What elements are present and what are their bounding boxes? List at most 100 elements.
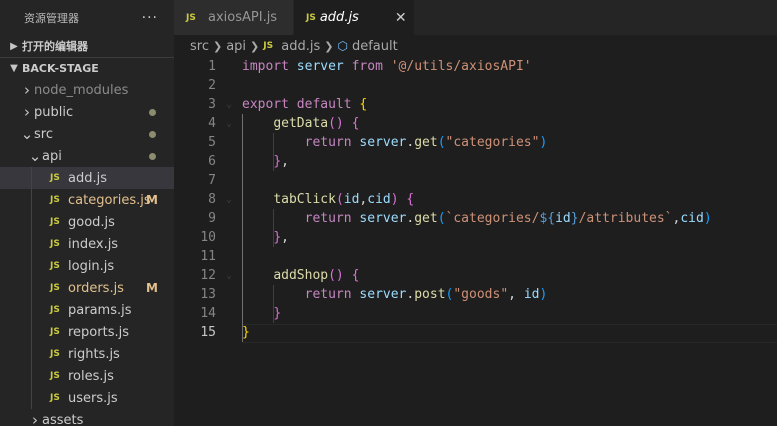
tree-folder[interactable]: › assets — [0, 409, 174, 426]
changes-dot — [149, 152, 156, 160]
tree-item-label: api — [42, 148, 62, 164]
code-token: } — [242, 325, 250, 340]
tree-item-label: public — [34, 104, 74, 120]
code-text: }, — [242, 230, 289, 245]
fold-chevron-icon[interactable]: ⌄ — [216, 118, 242, 129]
code-line[interactable]: 14 } — [174, 304, 777, 323]
explorer-sidebar: 资源管理器 ··· ▶ 打开的编辑器 ▼ BACK-STAGE › node_mo… — [0, 0, 174, 426]
line-number: 13 — [200, 287, 216, 302]
code-line[interactable]: 10 }, — [174, 228, 777, 247]
indent-guide — [273, 285, 274, 323]
open-editors-section[interactable]: ▶ 打开的编辑器 — [0, 35, 174, 57]
more-actions-icon[interactable]: ··· — [142, 10, 158, 26]
tree-file[interactable]: JS add.js — [0, 167, 174, 189]
breadcrumb-file[interactable]: add.js — [281, 39, 320, 54]
code-token: return — [304, 135, 352, 150]
chevron-right-icon: › — [24, 81, 30, 99]
tree-file[interactable]: JS index.js — [0, 233, 174, 255]
tree-folder[interactable]: ⌄ src — [0, 123, 174, 145]
tree-file[interactable]: JS login.js — [0, 255, 174, 277]
code-token: { — [406, 192, 415, 207]
code-token: ) — [539, 135, 548, 150]
code-token: () — [328, 116, 344, 131]
tree-file[interactable]: JS reports.js — [0, 321, 174, 343]
fold-chevron-icon[interactable]: ⌄ — [216, 270, 242, 281]
tree-item-label: roles.js — [68, 368, 114, 384]
code-line[interactable]: 6 }, — [174, 152, 777, 171]
code-token: () — [328, 268, 344, 283]
code-token: ( — [335, 192, 344, 207]
code-line[interactable]: 15} — [174, 323, 777, 342]
code-line[interactable]: 1 import server from '@/utils/axiosAPI' — [174, 57, 777, 76]
code-text: export default { — [242, 97, 367, 112]
tree-folder[interactable]: › public — [0, 101, 174, 123]
code-token: return — [304, 287, 352, 302]
code-text: addShop() { — [242, 268, 359, 283]
code-token: server — [359, 211, 407, 226]
code-token: import — [242, 59, 289, 74]
close-icon[interactable]: ✕ — [395, 10, 407, 26]
tab-add-js[interactable]: JS add.js ✕ — [294, 0, 415, 35]
tree-item-label: src — [34, 126, 53, 142]
code-token: return — [304, 211, 352, 226]
symbol-module-icon: ⬡ — [337, 39, 348, 53]
chevron-down-icon: ▼ — [10, 63, 18, 74]
code-token: ) — [390, 192, 399, 207]
code-token: tabClick — [273, 192, 336, 207]
tree-item-label: users.js — [68, 390, 118, 406]
code-line[interactable]: 13 return server.post("goods", id) — [174, 285, 777, 304]
tree-file[interactable]: JS users.js — [0, 387, 174, 409]
modified-badge: M — [146, 281, 158, 295]
chevron-right-icon: ▶ — [10, 40, 18, 52]
code-line[interactable]: 9 return server.get(`categories/${id}/at… — [174, 209, 777, 228]
code-token: , — [281, 154, 289, 169]
code-line[interactable]: 3 ⌄ export default { — [174, 95, 777, 114]
tree-file[interactable]: JS rights.js — [0, 343, 174, 365]
breadcrumb-src[interactable]: src — [190, 39, 209, 54]
tree-folder[interactable]: ⌄ api — [0, 145, 174, 167]
code-token: get — [414, 135, 438, 150]
breadcrumb-symbol[interactable]: default — [352, 39, 398, 54]
tree-item-label: categories.js — [68, 192, 151, 208]
code-text: return server.get("categories") — [242, 135, 548, 150]
line-number: 10 — [200, 230, 216, 245]
code-token: id — [555, 211, 571, 226]
code-line[interactable]: 11 — [174, 247, 777, 266]
code-line[interactable]: 7 — [174, 171, 777, 190]
code-line[interactable]: 4 ⌄ getData() { — [174, 114, 777, 133]
tree-folder[interactable]: › node_modules — [0, 79, 174, 101]
tree-file[interactable]: JS orders.js M — [0, 277, 174, 299]
project-section[interactable]: ▼ BACK-STAGE — [0, 57, 174, 79]
fold-chevron-icon[interactable]: ⌄ — [216, 99, 242, 110]
fold-chevron-icon[interactable]: ⌄ — [216, 194, 242, 205]
code-line[interactable]: 12 ⌄ addShop() { — [174, 266, 777, 285]
breadcrumb-api[interactable]: api — [226, 39, 246, 54]
code-editor[interactable]: 1 import server from '@/utils/axiosAPI' 2 3… — [174, 57, 777, 343]
code-token: ${ — [539, 211, 556, 226]
tab-label: add.js — [319, 10, 359, 25]
tree-file[interactable]: JS good.js — [0, 211, 174, 233]
code-token: from — [351, 59, 383, 74]
code-token: { — [351, 268, 360, 283]
tree-file[interactable]: JS params.js — [0, 299, 174, 321]
tab-axiosapi[interactable]: JS axiosAPI.js — [174, 0, 294, 35]
code-token: } — [273, 230, 282, 245]
code-token: cid — [367, 192, 391, 207]
tree-file[interactable]: JS roles.js — [0, 365, 174, 387]
code-token: id — [343, 192, 360, 207]
code-line[interactable]: 2 — [174, 76, 777, 95]
js-file-icon: JS — [50, 283, 60, 293]
code-line[interactable]: 5 return server.get("categories") — [174, 133, 777, 152]
tree-file[interactable]: JS categories.js M — [0, 189, 174, 211]
line-number: 5 — [208, 135, 216, 150]
explorer-title: 资源管理器 — [24, 11, 79, 25]
js-file-icon: JS — [50, 305, 60, 315]
code-line[interactable]: 8 ⌄ tabClick(id,cid) { — [174, 190, 777, 209]
js-file-icon: JS — [50, 239, 60, 249]
